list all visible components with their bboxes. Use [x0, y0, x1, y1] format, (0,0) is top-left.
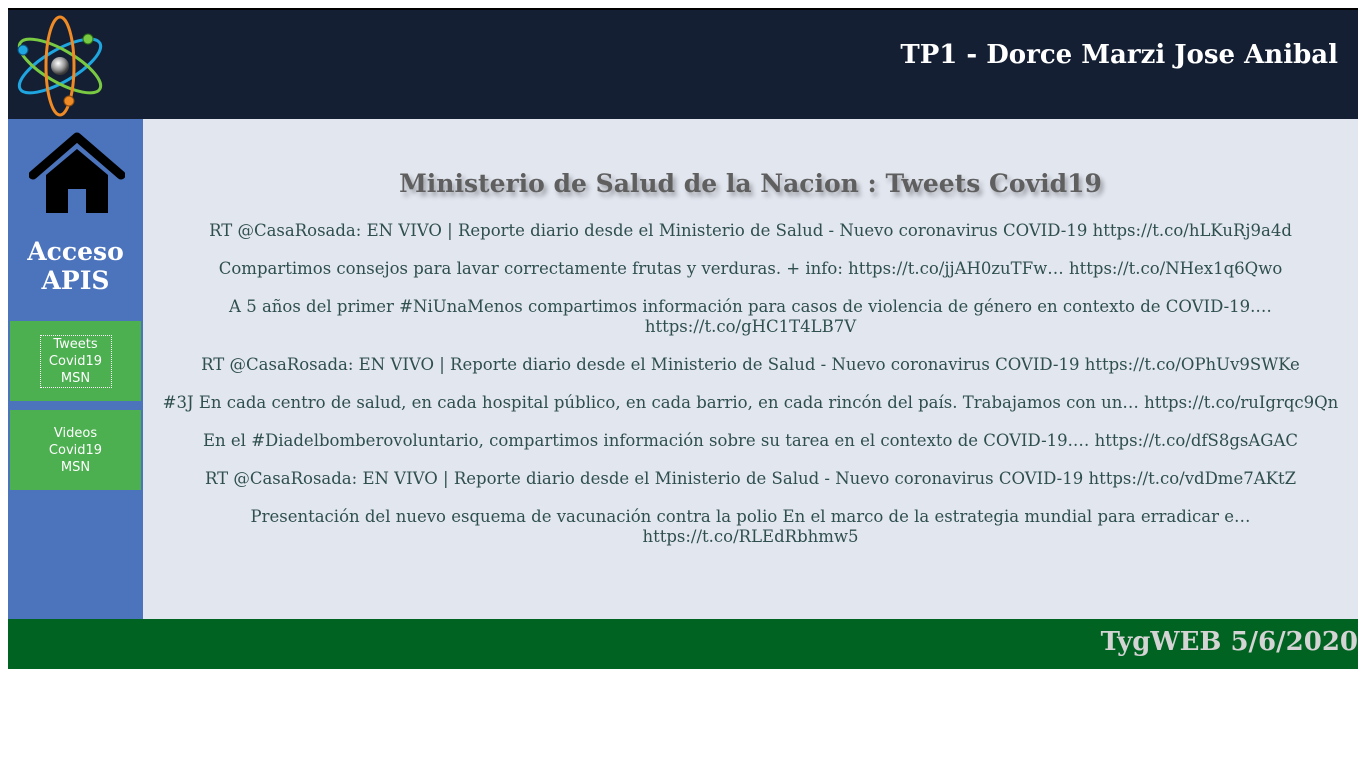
page-title: TP1 - Dorce Marzi Jose Anibal: [900, 40, 1338, 70]
tweet-item: RT @CasaRosada: EN VIVO | Reporte diario…: [201, 355, 1300, 374]
tweet-item: #3J En cada centro de salud, en cada hos…: [162, 393, 1339, 412]
videos-button-label: Videos Covid19 MSN: [48, 425, 103, 475]
tweet-list: RT @CasaRosada: EN VIVO | Reporte diario…: [143, 221, 1358, 565]
sidebar: Acceso APIS Tweets Covid19 MSN Videos Co…: [8, 119, 143, 619]
tweet-item: Compartimos consejos para lavar correcta…: [218, 259, 1283, 278]
tweet-item: A 5 años del primer #NiUnaMenos comparti…: [229, 297, 1272, 336]
section-title: Ministerio de Salud de la Nacion : Tweet…: [399, 169, 1102, 198]
footer-text: TygWEB 5/6/2020: [1100, 627, 1358, 657]
tweet-item: RT @CasaRosada: EN VIVO | Reporte diario…: [209, 221, 1292, 240]
tweet-item: En el #Diadelbomberovoluntario, comparti…: [203, 431, 1298, 450]
tweet-item: RT @CasaRosada: EN VIVO | Reporte diario…: [204, 469, 1297, 488]
tweets-button-label: Tweets Covid19 MSN: [39, 334, 112, 388]
header: TP1 - Dorce Marzi Jose Anibal: [8, 10, 1358, 119]
sidebar-heading: Acceso APIS: [27, 237, 124, 295]
tweets-covid19-button[interactable]: Tweets Covid19 MSN: [10, 321, 141, 401]
main-content: Ministerio de Salud de la Nacion : Tweet…: [143, 119, 1358, 619]
tweet-item: Presentación del nuevo esquema de vacuna…: [250, 507, 1251, 546]
videos-covid19-button[interactable]: Videos Covid19 MSN: [10, 410, 141, 490]
home-icon[interactable]: [29, 131, 125, 215]
atom-icon: [17, 15, 103, 117]
footer: TygWEB 5/6/2020: [8, 619, 1358, 669]
